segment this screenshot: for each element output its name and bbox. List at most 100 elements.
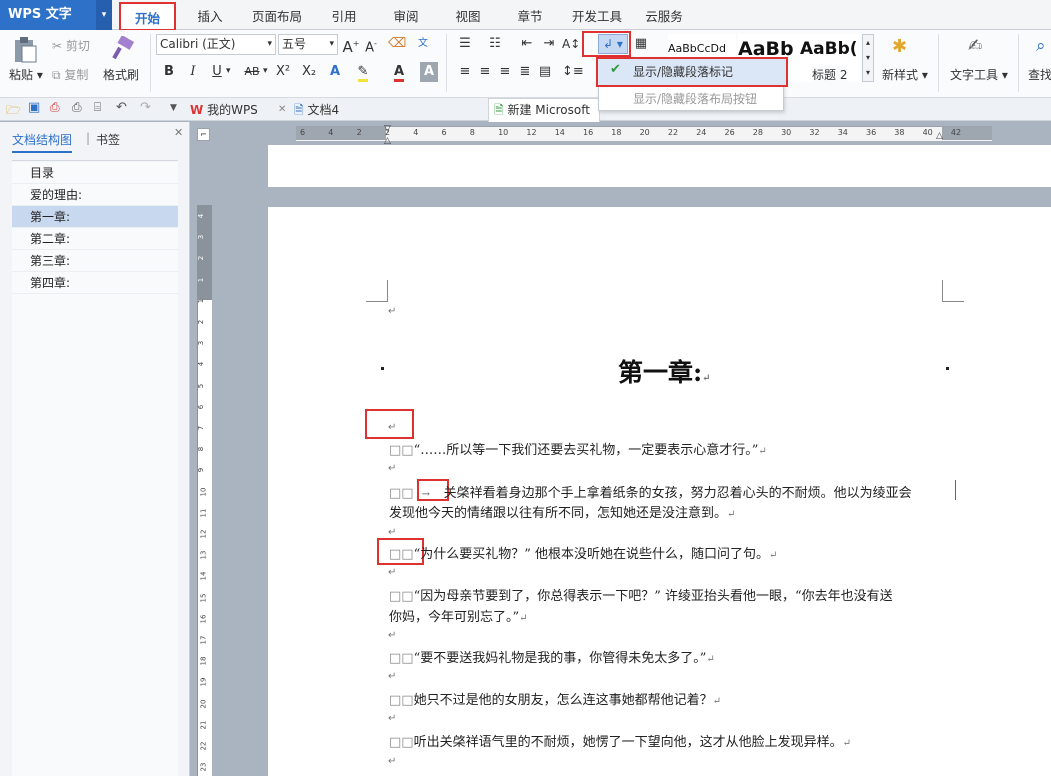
nav-item-chapter4[interactable]: 第四章: [12, 272, 178, 294]
print-icon[interactable]: ⎙ [72, 100, 82, 115]
tab-cloud[interactable]: 云服务 [638, 0, 690, 30]
tab-doc-structure[interactable]: 文档结构图 [12, 131, 73, 153]
italic-button[interactable]: I [184, 62, 202, 82]
paragraph-2-cont[interactable]: 发现他今天的情绪跟以往有所不同，怎知她还是没注意到。↵ [389, 502, 735, 521]
paragraph-mark-icon[interactable]: ↲ ▾ [598, 34, 628, 54]
tab-developer[interactable]: 开发工具 [566, 0, 628, 30]
text-direction-icon[interactable]: A↕ [562, 34, 580, 54]
close-icon[interactable]: ✕ [278, 104, 286, 115]
grow-font-icon[interactable]: A+ [342, 34, 360, 56]
undo-icon[interactable]: ↶ [116, 100, 127, 115]
strikethrough-button[interactable]: AB [240, 62, 264, 82]
subscript-button[interactable]: X₂ [298, 62, 320, 82]
paragraph-7[interactable]: □□听出关棨祥语气里的不耐烦，她愣了一下望向他，这才从他脸上发现异样。↵ [389, 731, 851, 750]
chevron-down-icon[interactable]: ▾ [263, 66, 268, 76]
styles-scroll[interactable]: ▴ ▾ ▾ [862, 34, 874, 82]
pinyin-guide-icon[interactable]: 文 [414, 34, 432, 54]
nav-item-chapter3[interactable]: 第三章: [12, 250, 178, 272]
format-painter-button[interactable]: 格式刷 [103, 66, 139, 83]
paragraph-mark: ↵ [519, 613, 528, 624]
bullet-list-icon[interactable]: ☰ [456, 34, 474, 54]
nav-item-chapter2[interactable]: 第二章: [12, 228, 178, 250]
paragraph-3[interactable]: □□“为什么要买礼物？” 他根本没听她在说些什么，随口问了句。↵ [389, 543, 777, 562]
align-right-icon[interactable]: ≡ [496, 62, 514, 82]
table-icon[interactable]: ▦ [632, 34, 650, 54]
save-icon[interactable]: ▣ [28, 100, 40, 115]
open-folder-icon[interactable]: 🗁 [6, 101, 21, 122]
underline-button[interactable]: U [208, 62, 226, 82]
distributed-icon[interactable]: ▤ [536, 62, 554, 82]
paragraph-mark: ↵ [388, 630, 397, 641]
close-icon[interactable]: ✕ [174, 126, 183, 139]
nav-item-toc[interactable]: 目录 [12, 162, 178, 184]
increase-indent-icon[interactable]: ⇥ [540, 34, 558, 54]
print-preview-icon[interactable]: ⌸ [94, 100, 101, 115]
paragraph-4-cont[interactable]: 你妈，今年可别忘了。”↵ [389, 606, 528, 625]
font-name-select[interactable]: Calibri (正文) ▾ [156, 34, 276, 55]
redo-icon[interactable]: ↷ [140, 100, 151, 115]
superscript-button[interactable]: X² [272, 62, 294, 82]
doc-tab-new[interactable]: 🗎 新建 Microsoft [494, 101, 590, 122]
font-color-icon[interactable]: A [390, 62, 408, 82]
bold-button[interactable]: B [160, 62, 178, 82]
chevron-down-icon[interactable]: ▾ [226, 66, 231, 76]
text-tools-button[interactable]: 文字工具 ▾ [950, 66, 1008, 83]
paragraph-1[interactable]: □□“……所以等一下我们还要去买礼物，一定要表示心意才行。”↵ [389, 439, 767, 458]
pdf-icon[interactable]: ⎙ [50, 100, 60, 115]
numbered-list-icon[interactable]: ☷ [486, 34, 504, 54]
align-center-icon[interactable]: ≡ [476, 62, 494, 82]
find-button[interactable]: 查找 [1028, 66, 1051, 83]
clear-format-icon[interactable]: ⌫ [388, 34, 406, 54]
copy-button[interactable]: ⧉ 复制 [52, 66, 88, 83]
ruler-tick-label: 40 [922, 128, 933, 137]
tab-home[interactable]: 开始 [119, 2, 176, 31]
paragraph-5[interactable]: □□“要不要送我妈礼物是我的事，你管得未免太多了。”↵ [389, 647, 715, 666]
tab-insert[interactable]: 插入 [186, 0, 234, 30]
chapter-heading[interactable]: 第一章:↵ [618, 353, 711, 389]
text-tools-icon[interactable]: ✍ [968, 36, 982, 56]
layout-handle[interactable] [381, 367, 384, 370]
app-logo[interactable]: WPS 文字 [0, 0, 96, 30]
app-menu-dropdown-icon[interactable]: ▾ [96, 0, 112, 30]
paragraph-mark: ↵ [727, 509, 736, 520]
justify-icon[interactable]: ≣ [516, 62, 534, 82]
first-line-indent-marker[interactable]: ▽ [384, 124, 391, 134]
show-hide-layout-button-item[interactable]: 显示/隐藏段落布局按钮 [633, 90, 757, 107]
char-shading-icon[interactable]: A [420, 62, 438, 82]
tab-bookmarks[interactable]: 书签 [96, 131, 120, 148]
paragraph-2[interactable]: □□ → 关棨祥看着身边那个手上拿着纸条的女孩，努力忍着心头的不耐烦。他以为绫亚会 [389, 482, 912, 501]
tab-view[interactable]: 视图 [444, 0, 492, 30]
decrease-indent-icon[interactable]: ⇤ [518, 34, 536, 54]
right-indent-marker[interactable]: △ [936, 131, 943, 141]
customize-dropdown-icon[interactable]: ▼ [170, 103, 177, 113]
line-spacing-icon[interactable]: ↕≡ [562, 62, 584, 82]
ruler-tick-label: 28 [752, 128, 763, 137]
tab-review[interactable]: 审阅 [382, 0, 430, 30]
new-style-icon[interactable]: ✱ [892, 36, 907, 57]
doc-tab-doc4[interactable]: 🗎 文档4 [294, 101, 339, 122]
highlight-icon[interactable]: ✎ [354, 62, 372, 82]
tab-references[interactable]: 引用 [320, 0, 368, 30]
paste-icon[interactable] [12, 36, 38, 64]
paste-button[interactable]: 粘贴 ▾ [9, 66, 43, 83]
search-icon[interactable]: ⌕ [1036, 36, 1046, 56]
layout-handle[interactable] [946, 367, 949, 370]
paragraph-6[interactable]: □□她只不过是他的女朋友，怎么连这事她都帮他记着？↵ [389, 689, 721, 708]
shrink-font-icon[interactable]: A- [362, 34, 380, 55]
text-effect-icon[interactable]: A [326, 62, 344, 82]
cut-button[interactable]: ✂ 剪切 [52, 37, 90, 54]
doc-tab-mywps[interactable]: W 我的WPS [190, 101, 258, 118]
ruler-tick-label: 36 [866, 128, 877, 137]
align-left-icon[interactable]: ≡ [456, 62, 474, 82]
ruler-tick-label: 17 [199, 635, 208, 645]
format-painter-icon[interactable] [110, 36, 136, 62]
tab-chapter[interactable]: 章节 [506, 0, 554, 30]
checkmark-icon: ✔ [610, 62, 621, 77]
tab-stop-selector[interactable]: ⌐ [197, 128, 210, 141]
new-style-button[interactable]: 新样式 ▾ [882, 66, 928, 83]
paragraph-4[interactable]: □□“因为母亲节要到了，你总得表示一下吧？” 许绫亚抬头看他一眼，“你去年也没有… [389, 585, 893, 604]
nav-item-reason[interactable]: 爱的理由: [12, 184, 178, 206]
tab-page-layout[interactable]: 页面布局 [245, 0, 309, 30]
font-size-select[interactable]: 五号 ▾ [278, 34, 338, 55]
nav-item-chapter1[interactable]: 第一章: [12, 206, 178, 228]
